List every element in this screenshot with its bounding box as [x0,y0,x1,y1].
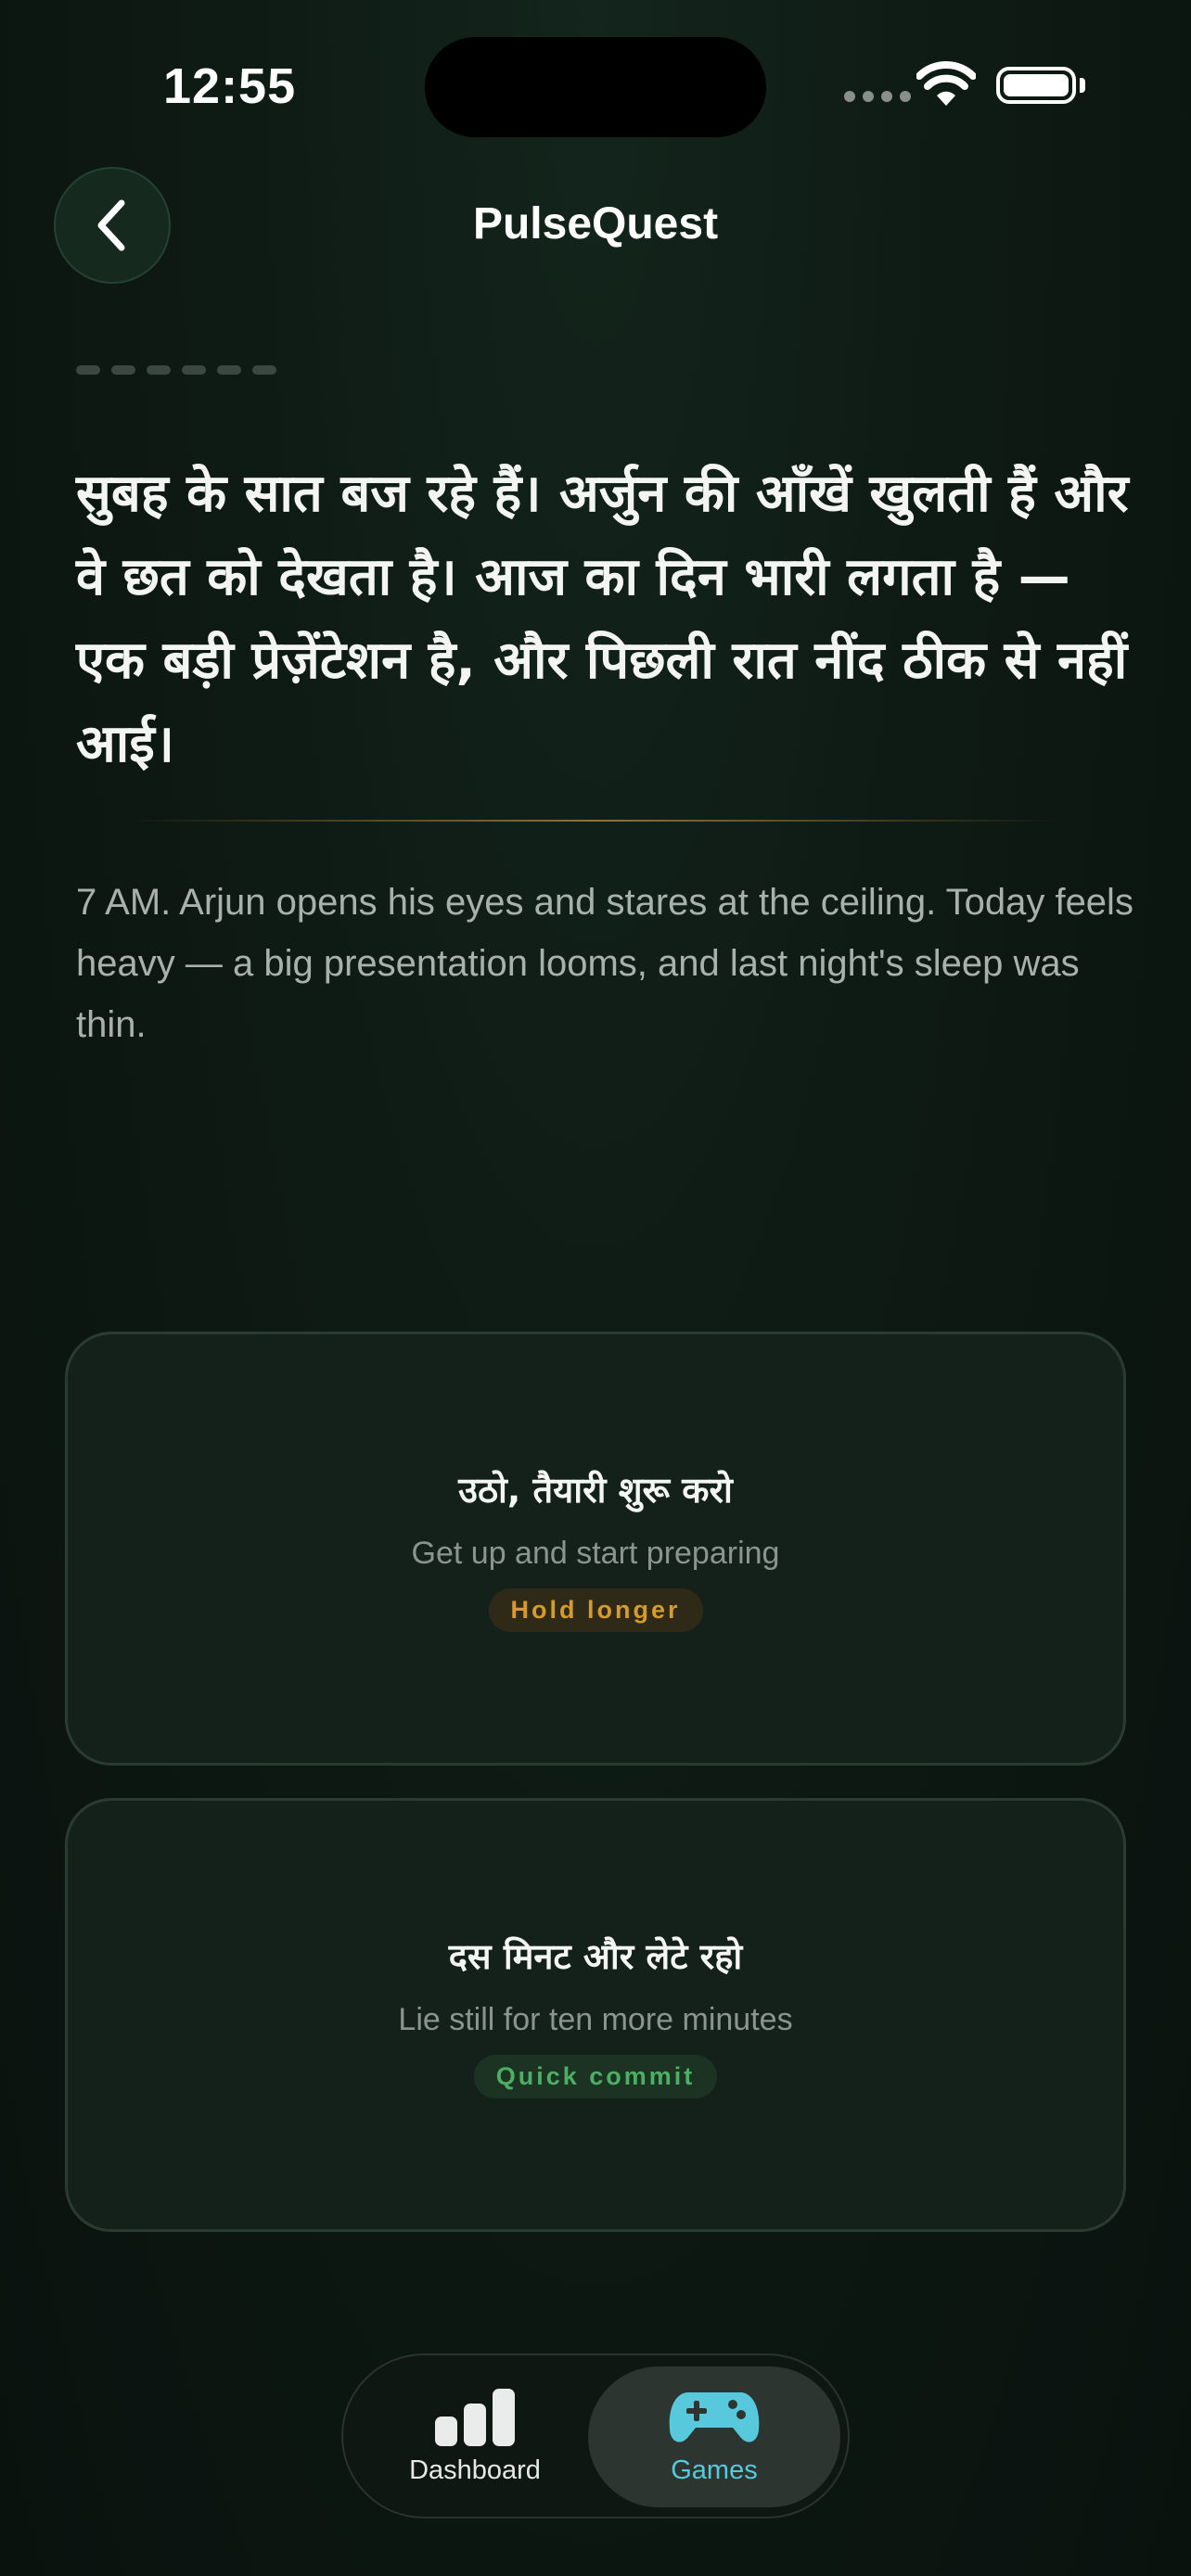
choice-subtitle: Lie still for ten more minutes [398,2002,793,2037]
cellular-signal-icon [844,91,911,102]
tab-label: Games [671,2455,758,2485]
tab-bar: Dashboard Games [341,2353,850,2519]
progress-step [217,365,241,375]
status-time: 12:55 [163,58,297,114]
story-progress-indicator [76,365,276,375]
progress-step [182,365,206,375]
dynamic-island [425,37,766,137]
choice-title: उठो, तैयारी शुरू करो [458,1470,733,1511]
choice-card-lie-still[interactable]: दस मिनट और लेटे रहो Lie still for ten mo… [65,1798,1126,2232]
progress-step [111,365,135,375]
tab-dashboard[interactable]: Dashboard [371,2374,579,2500]
story-text-hindi: सुबह के सात बज रहे हैं। अर्जुन की आँखें … [76,464,1129,774]
choice-tag-badge: Quick commit [473,2055,718,2098]
story-divider [130,820,1061,822]
choice-tag-badge: Hold longer [488,1588,703,1632]
progress-step [76,365,100,375]
story-text-english: 7 AM. Arjun opens his eyes and stares at… [76,882,1133,1045]
choice-subtitle: Get up and start preparing [411,1536,780,1571]
tab-games[interactable]: Games [588,2366,840,2507]
bar-chart-icon [435,2388,515,2446]
tab-label: Dashboard [409,2455,541,2485]
progress-step [252,365,276,375]
progress-step [147,365,171,375]
choice-card-get-up[interactable]: उठो, तैयारी शुरू करो Get up and start pr… [65,1332,1126,1766]
battery-icon [996,67,1076,104]
page-title: PulseQuest [472,199,719,249]
gamepad-icon [669,2391,760,2442]
choice-title: दस मिनट और लेटे रहो [448,1936,743,1977]
battery-nub [1080,78,1085,93]
wifi-icon [916,61,976,106]
